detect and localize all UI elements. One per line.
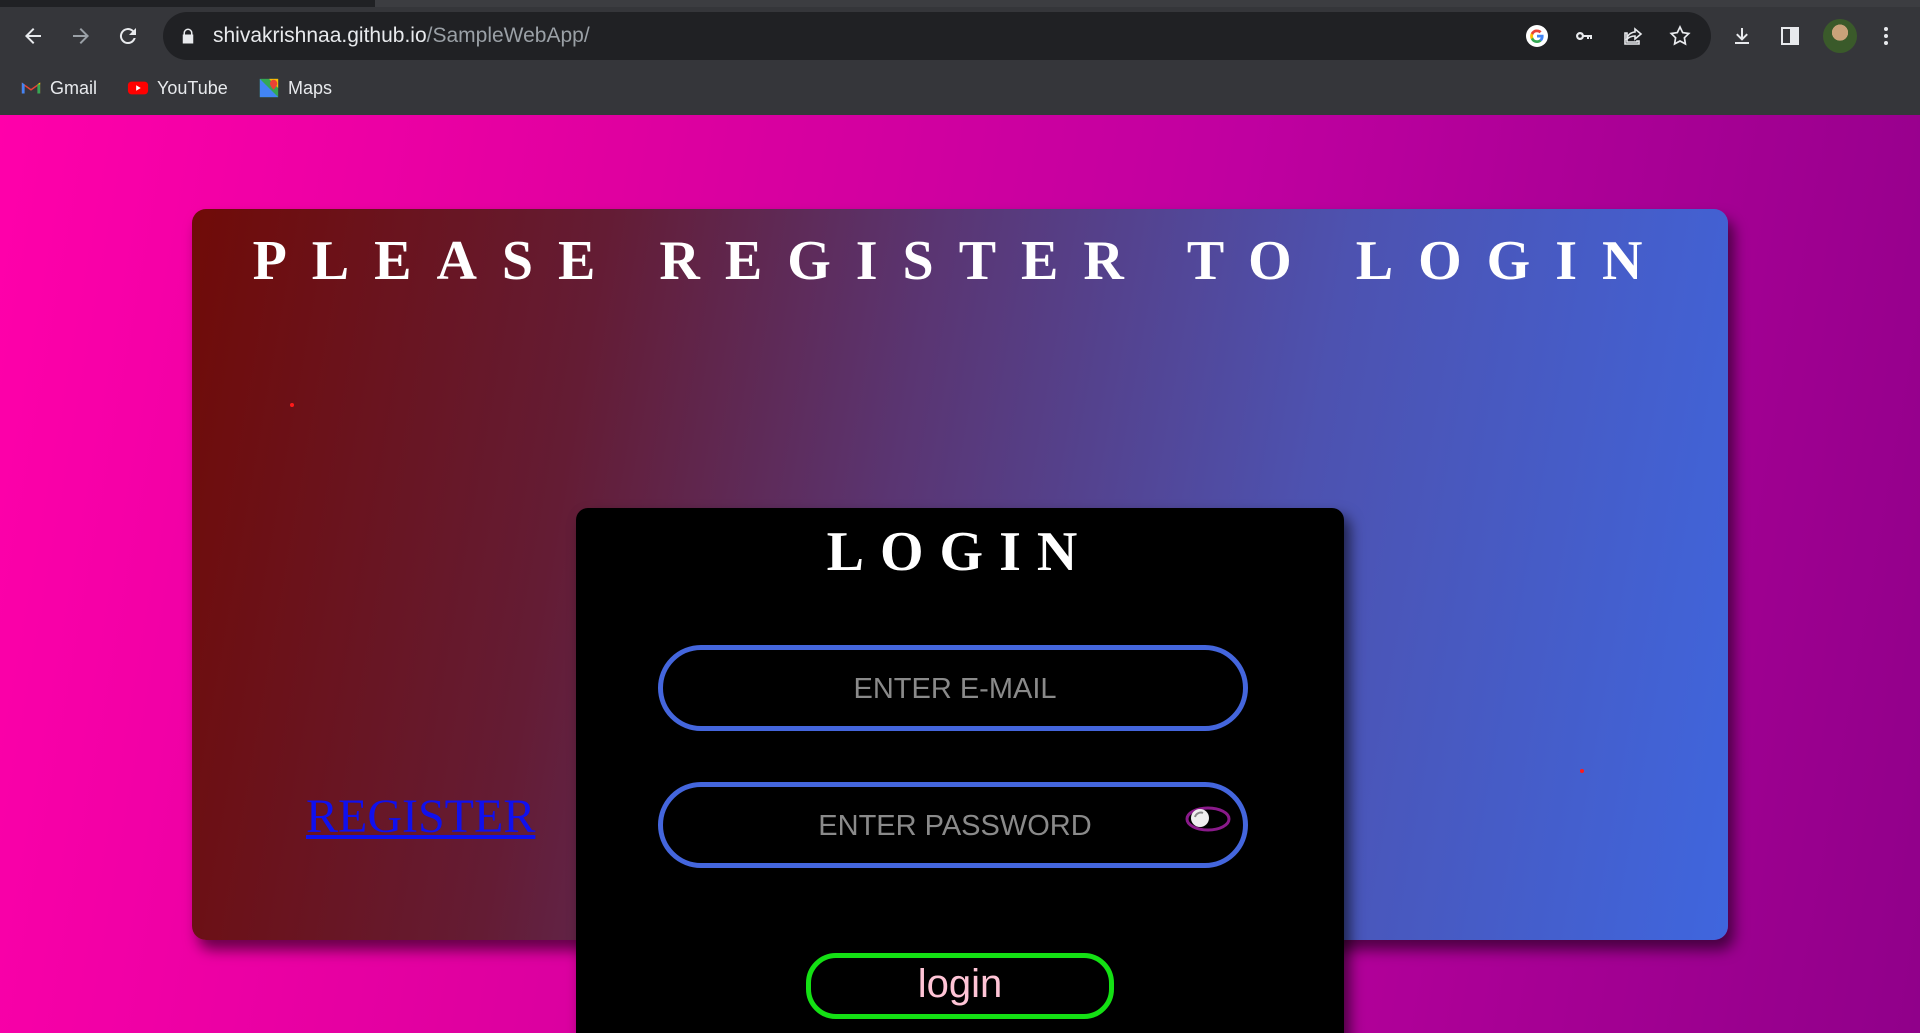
- side-panel-button[interactable]: [1772, 18, 1808, 54]
- decorative-dot: [1580, 769, 1584, 773]
- share-button[interactable]: [1619, 22, 1647, 50]
- reload-icon: [119, 28, 136, 45]
- bookmark-maps[interactable]: Maps: [258, 74, 332, 102]
- url-text[interactable]: shivakrishnaa.github.io/SampleWebApp/: [213, 24, 590, 48]
- bookmark-label: YouTube: [157, 77, 228, 98]
- bookmark-label: Maps: [288, 77, 333, 98]
- password-input[interactable]: [663, 787, 1247, 865]
- back-arrow-icon: [25, 28, 41, 44]
- star-icon: [1669, 25, 1691, 46]
- email-input[interactable]: [663, 650, 1247, 728]
- kebab-menu-icon: [1884, 27, 1888, 45]
- password-key-button[interactable]: [1571, 22, 1599, 50]
- toggle-visibility-icon[interactable]: [1185, 805, 1231, 833]
- decorative-dot: [290, 403, 294, 407]
- lock-icon[interactable]: [179, 27, 197, 45]
- back-button[interactable]: [15, 18, 51, 54]
- youtube-icon: [127, 81, 149, 95]
- bookmarks-bar: Gmail YouTube Maps: [0, 70, 1920, 106]
- tab-strip: [0, 0, 1920, 7]
- address-bar[interactable]: shivakrishnaa.github.io/SampleWebApp/: [163, 12, 1711, 60]
- url-host: shivakrishnaa.github.io: [213, 24, 427, 47]
- profile-avatar[interactable]: [1823, 19, 1857, 53]
- google-icon: [1526, 25, 1548, 47]
- forward-arrow-icon: [73, 28, 89, 44]
- page-background: PLEASE REGISTER TO LOGIN REGISTER LOGIN …: [0, 115, 1920, 1033]
- download-icon: [1735, 28, 1749, 44]
- password-field[interactable]: [658, 782, 1248, 868]
- key-icon: [1576, 31, 1592, 40]
- gmail-icon: [21, 82, 41, 94]
- email-field[interactable]: [658, 645, 1248, 731]
- banner-title: PLEASE REGISTER TO LOGIN: [252, 230, 1668, 292]
- bookmark-youtube[interactable]: YouTube: [127, 74, 228, 102]
- browser-chrome: shivakrishnaa.github.io/SampleWebApp/ Gm…: [0, 0, 1920, 115]
- side-panel-icon: [1781, 27, 1799, 45]
- url-path: /SampleWebApp/: [426, 24, 590, 47]
- bookmark-star-button[interactable]: [1666, 22, 1694, 50]
- bookmark-label: Gmail: [50, 77, 98, 98]
- login-button[interactable]: login: [806, 953, 1114, 1019]
- google-lens-button[interactable]: [1523, 22, 1551, 50]
- register-link[interactable]: REGISTER: [306, 789, 535, 844]
- downloads-button[interactable]: [1724, 18, 1760, 54]
- menu-button[interactable]: [1868, 18, 1904, 54]
- login-title: LOGIN: [826, 521, 1094, 583]
- bookmark-gmail[interactable]: Gmail: [20, 74, 97, 102]
- share-icon: [1624, 27, 1643, 45]
- login-card: LOGIN login: [576, 508, 1344, 1033]
- maps-icon: [259, 78, 279, 98]
- reload-button[interactable]: [110, 18, 146, 54]
- forward-button[interactable]: [63, 18, 99, 54]
